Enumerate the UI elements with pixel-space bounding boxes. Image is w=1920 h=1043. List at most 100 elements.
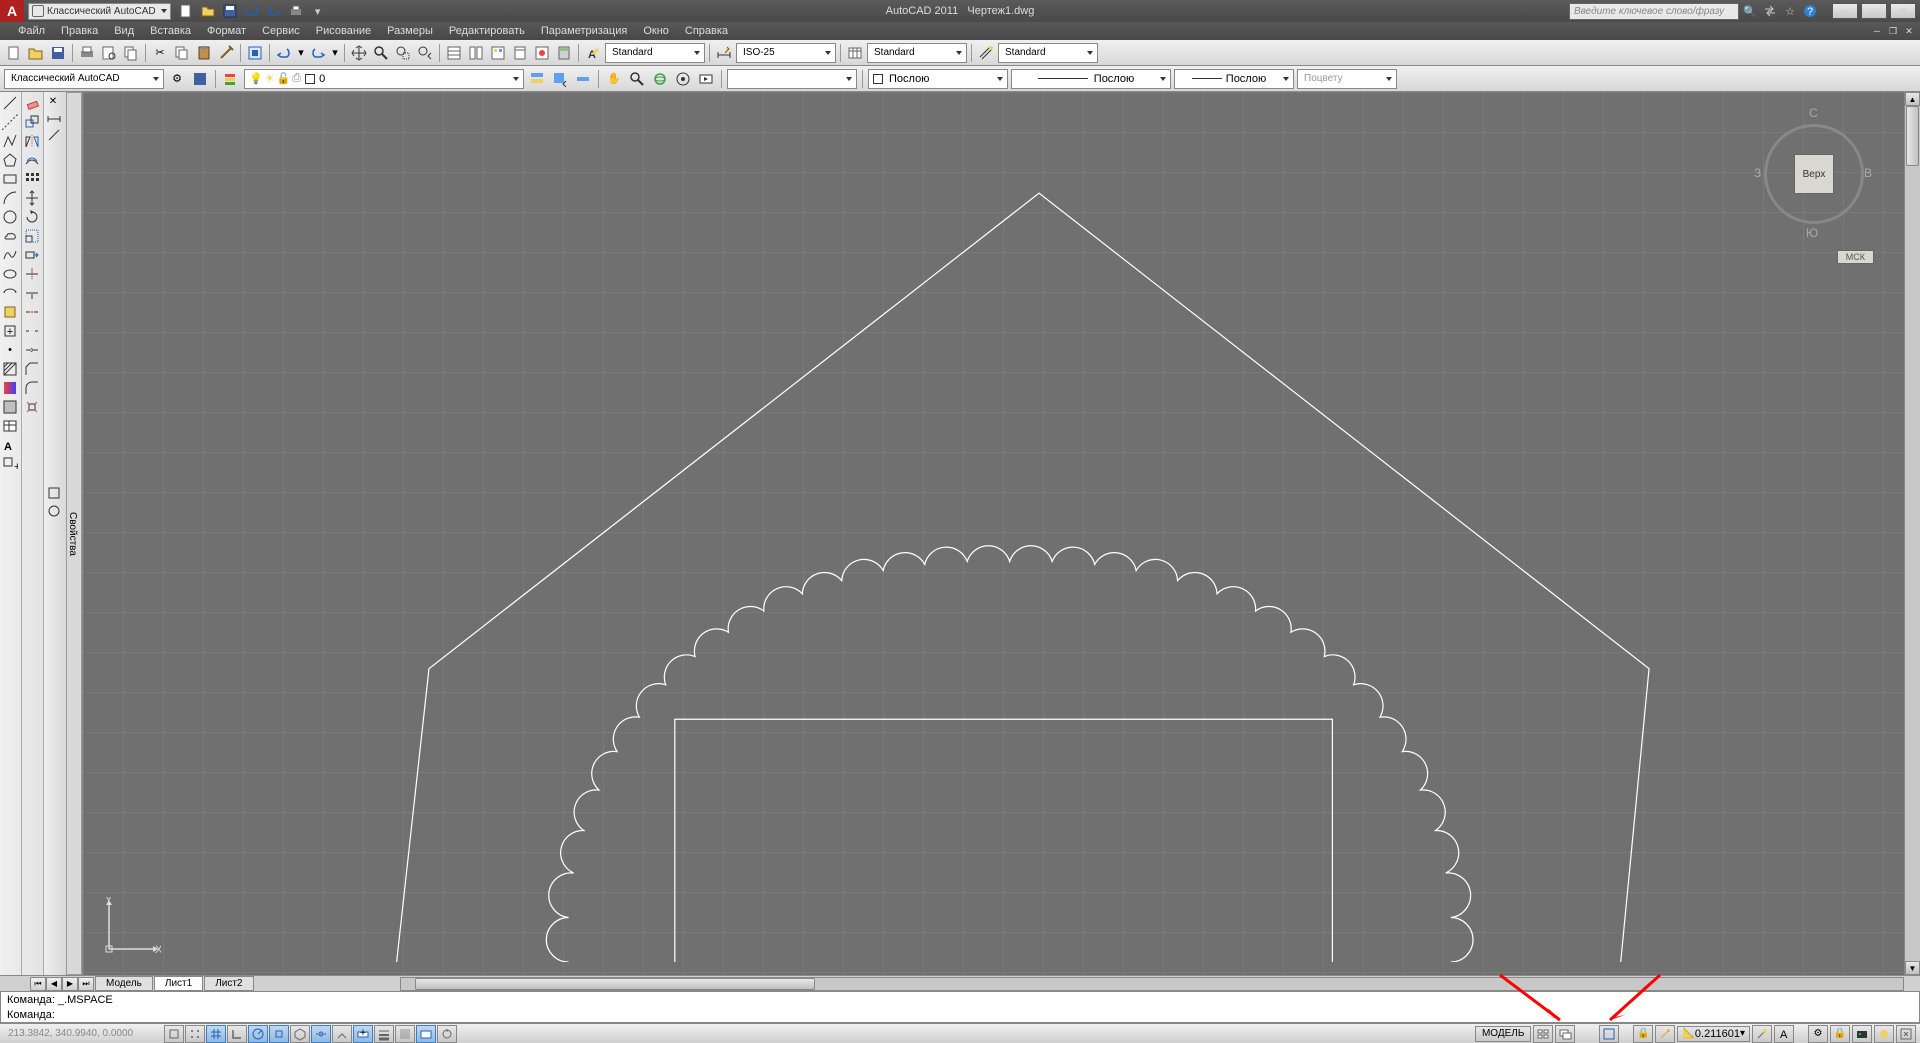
menu-help[interactable]: Справка — [677, 22, 736, 40]
zoom-window-icon[interactable] — [393, 43, 413, 63]
break-at-point-icon[interactable] — [22, 303, 42, 321]
annotation-scale-value[interactable]: 📐0.211601▾ — [1677, 1026, 1750, 1042]
workspace-quick-selector[interactable]: Классический AutoCAD — [28, 3, 171, 20]
steering-wheel-icon[interactable] — [673, 69, 693, 89]
layer-isolate-icon[interactable] — [573, 69, 593, 89]
qat-new-icon[interactable] — [177, 2, 195, 20]
textstyle-icon[interactable]: A — [583, 43, 603, 63]
favorite-icon[interactable]: ☆ — [1781, 2, 1799, 20]
region-icon[interactable] — [0, 398, 20, 416]
block-editor-icon[interactable] — [245, 43, 265, 63]
showmotion-icon[interactable] — [696, 69, 716, 89]
fillet-icon[interactable] — [22, 379, 42, 397]
mlstyle-icon[interactable] — [976, 43, 996, 63]
publish-icon[interactable] — [121, 43, 141, 63]
ellipse-icon[interactable] — [0, 265, 20, 283]
layer-previous-icon[interactable] — [550, 69, 570, 89]
viewcube-top-face[interactable]: Bepx — [1794, 154, 1834, 194]
tab-first-button[interactable]: ⏮ — [30, 977, 46, 991]
gradient-icon[interactable] — [0, 379, 20, 397]
pan-icon[interactable] — [349, 43, 369, 63]
viewcube-south[interactable]: Ю — [1806, 226, 1818, 240]
chamfer-icon[interactable] — [22, 360, 42, 378]
mlstyle-combo[interactable]: Standard — [998, 43, 1098, 63]
rectangle-icon[interactable] — [0, 170, 20, 188]
mtext-icon[interactable]: A — [0, 436, 20, 454]
offset-icon[interactable] — [22, 151, 42, 169]
extra-icon-1[interactable] — [44, 484, 64, 502]
color-combo[interactable]: Послою — [868, 69, 1008, 89]
circle-icon[interactable] — [0, 208, 20, 226]
command-window[interactable]: Команда: _.MSPACE Команда: — [0, 991, 1920, 1023]
qat-dropdown-icon[interactable]: ▾ — [309, 2, 327, 20]
close-button[interactable]: ✕ — [1890, 3, 1916, 19]
layer-states-icon[interactable] — [527, 69, 547, 89]
linetype-combo[interactable]: Послою — [1011, 69, 1171, 89]
save-icon[interactable] — [48, 43, 68, 63]
named-views-combo[interactable] — [727, 69, 857, 89]
insert-block-icon[interactable] — [0, 303, 20, 321]
drawing-canvas[interactable]: X Y Bepx С Ю В З МСК — [83, 92, 1904, 975]
pan-icon-2[interactable]: ✋ — [604, 69, 624, 89]
cut-icon[interactable]: ✂ — [150, 43, 170, 63]
copy-object-icon[interactable] — [22, 113, 42, 131]
viewcube[interactable]: Bepx С Ю В З — [1754, 104, 1874, 244]
menu-file[interactable]: Файл — [10, 22, 53, 40]
zoom-icon-2[interactable] — [627, 69, 647, 89]
move-icon[interactable] — [22, 189, 42, 207]
doc-restore-button[interactable]: ❐ — [1886, 24, 1900, 38]
ellipse-arc-icon[interactable] — [0, 284, 20, 302]
help-icon[interactable]: ? — [1801, 2, 1819, 20]
scroll-h-thumb[interactable] — [415, 978, 815, 990]
copy-icon[interactable] — [172, 43, 192, 63]
search-icon[interactable]: 🔍 — [1741, 2, 1759, 20]
qat-open-icon[interactable] — [199, 2, 217, 20]
properties-icon[interactable] — [444, 43, 464, 63]
viewcube-north[interactable]: С — [1809, 106, 1818, 120]
tab-prev-button[interactable]: ◀ — [46, 977, 62, 991]
spline-icon[interactable] — [0, 246, 20, 264]
menu-draw[interactable]: Рисование — [308, 22, 379, 40]
scroll-v-thumb[interactable] — [1906, 106, 1919, 166]
command-prompt[interactable]: Команда: — [1, 1007, 1919, 1022]
plotstyle-combo[interactable]: Поцвету — [1297, 69, 1397, 89]
coordinates-display[interactable]: 213.3842, 340.9940, 0.0000 — [4, 1028, 164, 1039]
viewcube-ucs-label[interactable]: МСК — [1837, 250, 1874, 264]
join-icon[interactable] — [22, 341, 42, 359]
stretch-icon[interactable] — [22, 246, 42, 264]
scale-icon[interactable] — [22, 227, 42, 245]
scroll-up-button[interactable]: ▲ — [1905, 92, 1920, 106]
menu-window[interactable]: Окно — [635, 22, 677, 40]
tool-palette-icon[interactable] — [488, 43, 508, 63]
hatch-icon[interactable] — [0, 360, 20, 378]
workspace-combo[interactable]: Классический AutoCAD — [4, 69, 164, 89]
zoom-previous-icon[interactable] — [415, 43, 435, 63]
workspace-settings-icon[interactable]: ⚙ — [167, 69, 187, 89]
qat-undo-icon[interactable] — [243, 2, 261, 20]
add-selected-icon[interactable]: + — [0, 455, 20, 473]
model-tab[interactable]: Модель — [95, 976, 153, 991]
dimstyle-combo[interactable]: ISO-25 — [736, 43, 836, 63]
explode-icon[interactable] — [22, 398, 42, 416]
quickcalc-icon[interactable] — [554, 43, 574, 63]
break-icon[interactable] — [22, 322, 42, 340]
dimstyle-icon[interactable] — [714, 43, 734, 63]
scroll-down-button[interactable]: ▼ — [1905, 961, 1920, 975]
layout1-tab[interactable]: Лист1 — [154, 976, 203, 991]
tablestyle-combo[interactable]: Standard — [867, 43, 967, 63]
print-icon[interactable] — [77, 43, 97, 63]
array-icon[interactable] — [22, 170, 42, 188]
paste-icon[interactable] — [194, 43, 214, 63]
line-icon[interactable] — [0, 94, 20, 112]
viewcube-west[interactable]: З — [1754, 166, 1761, 180]
menu-format[interactable]: Формат — [199, 22, 254, 40]
dim-linear-icon[interactable] — [44, 108, 64, 126]
extra-icon-2[interactable] — [44, 502, 64, 520]
table-icon[interactable] — [0, 417, 20, 435]
tablestyle-icon[interactable] — [845, 43, 865, 63]
zoom-realtime-icon[interactable] — [371, 43, 391, 63]
extend-icon[interactable] — [22, 284, 42, 302]
undo-dropdown-icon[interactable]: ▾ — [296, 43, 306, 63]
menu-tools[interactable]: Сервис — [254, 22, 308, 40]
menu-edit[interactable]: Правка — [53, 22, 106, 40]
